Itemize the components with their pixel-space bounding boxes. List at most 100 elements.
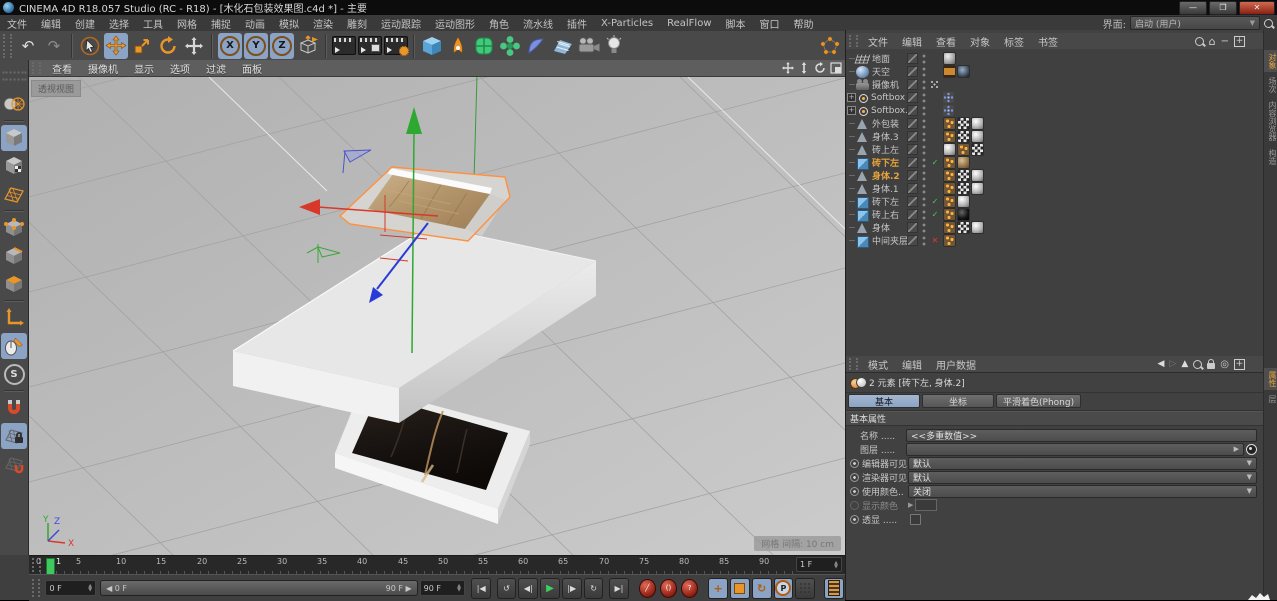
layer-swatch[interactable] (907, 222, 918, 233)
visibility-dots[interactable] (922, 235, 926, 246)
undo-button[interactable]: ↶ (16, 33, 40, 59)
menu-help[interactable]: 帮助 (787, 15, 821, 31)
material-tag-icon[interactable] (971, 130, 984, 143)
object-row[interactable]: 身体 (846, 221, 1263, 234)
search-icon[interactable] (1264, 18, 1273, 28)
menu-snap[interactable]: 捕捉 (204, 15, 238, 31)
step-forward-button[interactable]: |▶ (561, 577, 582, 599)
current-frame-spinner[interactable]: 1 F ▲ ▼ (796, 557, 842, 572)
viewport-menu-filter[interactable]: 过滤 (198, 61, 234, 76)
lock-z-axis-button[interactable]: Z (270, 32, 294, 59)
am-menu-mode[interactable]: 模式 (861, 357, 895, 372)
layer-swatch[interactable] (907, 196, 918, 207)
history-forward-icon[interactable]: ▷ (1169, 359, 1176, 369)
layer-swatch[interactable] (907, 79, 918, 90)
menu-select[interactable]: 选择 (102, 15, 136, 31)
phong-tag-icon[interactable] (943, 234, 956, 247)
om-menu-file[interactable]: 文件 (861, 34, 895, 49)
add-generator-button[interactable] (472, 33, 496, 59)
viewport-menu-cameras[interactable]: 摄像机 (80, 61, 126, 76)
phong-tag-icon[interactable] (943, 117, 956, 130)
om-menu-edit[interactable]: 编辑 (895, 34, 929, 49)
disabled-cross[interactable]: ✕ (930, 236, 940, 245)
object-row[interactable]: 天空 (846, 65, 1263, 78)
toggle-view-icon[interactable] (829, 62, 842, 75)
object-row[interactable]: 身体.1 (846, 182, 1263, 195)
side-tab-content-browser[interactable]: 内容浏览器 (1264, 98, 1277, 144)
compositing-tag-icon[interactable] (943, 65, 956, 78)
layer-swatch[interactable] (907, 105, 918, 116)
layer-swatch[interactable] (907, 53, 918, 64)
move-tool-button[interactable] (104, 32, 128, 59)
material-tag-icon[interactable] (957, 156, 970, 169)
menu-character[interactable]: 角色 (482, 15, 516, 31)
expand-toggle[interactable]: + (847, 106, 856, 115)
play-backward-button[interactable]: ↺ (496, 577, 517, 599)
tab-phong[interactable]: 平滑着色(Phong) (996, 394, 1082, 408)
coordinate-system-button[interactable] (296, 33, 320, 59)
layer-swatch[interactable] (907, 170, 918, 181)
layer-swatch[interactable] (907, 157, 918, 168)
enabled-check[interactable]: ✓ (930, 197, 940, 206)
phong-tag-icon[interactable] (943, 221, 956, 234)
visibility-dots[interactable] (922, 157, 926, 168)
align-workplane-button[interactable] (1, 451, 27, 477)
panel-grip[interactable] (32, 62, 41, 74)
object-row[interactable]: 身体.3 (846, 130, 1263, 143)
model-mode-button[interactable] (1, 125, 27, 151)
visibility-dots[interactable] (922, 183, 926, 194)
goto-end-button[interactable]: ▶| (608, 577, 629, 599)
workplane-mode-button[interactable] (1, 181, 27, 207)
playhead[interactable] (46, 558, 55, 575)
viewport-menu-display[interactable]: 显示 (126, 61, 162, 76)
frame-range-slider[interactable]: ◀ 0 F 90 F ▶ (100, 580, 418, 596)
spinner-arrows-icon[interactable]: ▲ ▼ (834, 560, 838, 569)
lock-x-axis-button[interactable]: X (218, 32, 242, 59)
step-back-button[interactable]: ◀| (518, 577, 539, 599)
xpresso-tag-icon[interactable] (943, 105, 954, 116)
tab-basic[interactable]: 基本 (848, 394, 920, 408)
viewport-menu-options[interactable]: 选项 (162, 61, 198, 76)
menu-pipeline[interactable]: 流水线 (516, 15, 560, 31)
menu-window[interactable]: 窗口 (753, 15, 787, 31)
enabled-check[interactable]: ✓ (930, 158, 940, 167)
material-tag-icon[interactable] (957, 208, 970, 221)
phong-tag-icon[interactable] (943, 156, 956, 169)
key-parameter-button[interactable]: P (773, 577, 794, 599)
menu-xparticles[interactable]: X-Particles (594, 15, 660, 31)
menu-tools[interactable]: 工具 (136, 15, 170, 31)
last-tool-button[interactable] (182, 33, 206, 59)
toolbar-grip[interactable] (2, 71, 26, 81)
object-row[interactable]: 外包装 (846, 117, 1263, 130)
material-tag-icon[interactable] (943, 52, 956, 65)
visibility-dots[interactable] (922, 170, 926, 181)
visibility-dots[interactable] (922, 105, 926, 116)
edges-mode-button[interactable] (1, 243, 27, 269)
record-options-button[interactable]: ? (681, 578, 699, 598)
menu-realflow[interactable]: RealFlow (660, 15, 718, 31)
menu-plugins[interactable]: 插件 (560, 15, 594, 31)
keyframe-dot-icon[interactable] (850, 458, 859, 468)
color-swatch[interactable] (915, 499, 938, 511)
enable-axis-button[interactable] (1, 305, 27, 331)
menu-sculpt[interactable]: 雕刻 (340, 15, 374, 31)
viewport-solo-button[interactable] (1, 333, 27, 359)
section-basic-properties[interactable]: 基本属性 (846, 411, 1263, 426)
frame-ruler[interactable]: 0 5 10 15 20 25 30 35 40 45 50 55 60 65 … (36, 556, 796, 575)
rotate-tool-button[interactable] (156, 33, 180, 59)
key-point-level-button[interactable] (795, 577, 816, 599)
minimize-button[interactable]: — (1179, 0, 1207, 15)
live-selection-button[interactable] (78, 33, 102, 59)
points-mode-button[interactable] (1, 215, 27, 241)
om-menu-tags[interactable]: 标签 (997, 34, 1031, 49)
panel-grip[interactable] (849, 358, 858, 370)
goto-start-button[interactable]: |◀ (471, 577, 492, 599)
om-menu-objects[interactable]: 对象 (963, 34, 997, 49)
visibility-dots[interactable] (922, 144, 926, 155)
timeline-ruler[interactable]: 0 5 10 15 20 25 30 35 40 45 50 55 60 65 … (29, 555, 845, 575)
object-row-selected[interactable]: 身体.2 (846, 169, 1263, 182)
uvw-tag-icon[interactable] (957, 221, 970, 234)
parent-up-icon[interactable]: ▲ (1181, 359, 1188, 369)
keyframe-dot-icon[interactable] (850, 486, 859, 496)
phong-tag-icon[interactable] (943, 169, 956, 182)
